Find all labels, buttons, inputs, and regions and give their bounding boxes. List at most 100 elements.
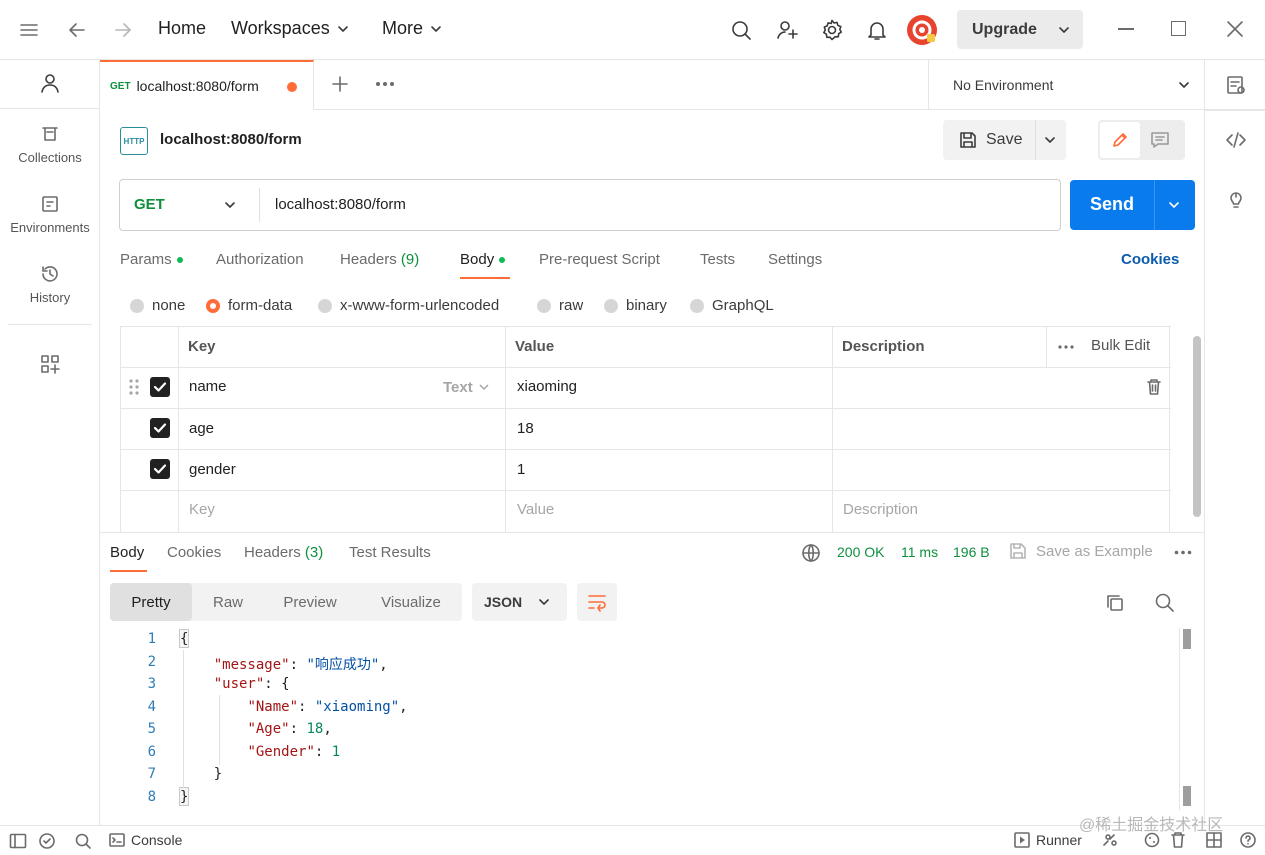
sidebar-toggle-icon[interactable] <box>9 833 27 849</box>
radio-raw[interactable]: raw <box>537 297 583 314</box>
more-menu[interactable]: More <box>382 18 443 39</box>
type-select[interactable]: Text <box>443 379 473 396</box>
edit-button[interactable] <box>1100 122 1140 158</box>
comment-icon[interactable] <box>1150 131 1170 149</box>
view-visualize-button[interactable]: Visualize <box>366 583 456 621</box>
sidebar-item-account[interactable] <box>0 72 100 94</box>
plus-icon[interactable] <box>330 74 350 94</box>
code-icon[interactable] <box>1225 129 1247 151</box>
upgrade-button[interactable]: Upgrade <box>957 10 1083 49</box>
view-raw-button[interactable]: Raw <box>198 583 258 621</box>
tab-tests[interactable]: Tests <box>700 251 735 268</box>
radio-graphql[interactable]: GraphQL <box>690 297 774 314</box>
method-select[interactable]: GET <box>120 180 259 230</box>
format-select[interactable]: JSON <box>472 583 567 621</box>
sidebar-item-history[interactable]: History <box>0 264 100 305</box>
param-value[interactable]: 18 <box>517 420 534 437</box>
help-icon[interactable] <box>1239 831 1257 849</box>
send-label: Send <box>1090 194 1135 214</box>
gear-icon[interactable] <box>820 18 844 42</box>
chevron-down-icon[interactable] <box>1167 198 1181 212</box>
more-horizontal-icon[interactable] <box>375 81 395 87</box>
tab-headers[interactable]: Headers (9) <box>340 251 419 268</box>
environment-quick-look-icon[interactable] <box>1225 74 1247 96</box>
drag-handle-icon[interactable] <box>129 378 139 396</box>
more-horizontal-icon[interactable] <box>1058 345 1074 349</box>
response-tab-test-results[interactable]: Test Results <box>349 544 431 561</box>
environment-selector[interactable]: No Environment <box>928 60 1204 110</box>
line-number: 4 <box>147 699 156 715</box>
scrollbar[interactable] <box>1193 336 1201 517</box>
bulk-edit-link[interactable]: Bulk Edit <box>1091 337 1150 354</box>
trash-icon[interactable] <box>1146 378 1162 396</box>
scrollbar[interactable] <box>1183 786 1191 806</box>
response-tab-body[interactable]: Body <box>110 544 144 561</box>
invite-user-icon[interactable] <box>775 18 799 42</box>
search-icon[interactable] <box>730 19 752 41</box>
minimize-button[interactable] <box>1118 28 1134 30</box>
row-checkbox[interactable] <box>150 377 170 397</box>
response-size[interactable]: 196 B <box>953 544 990 560</box>
param-key[interactable]: age <box>189 420 214 437</box>
response-tab-headers[interactable]: Headers (3) <box>244 544 323 561</box>
response-time[interactable]: 11 ms <box>901 544 938 560</box>
tab-body[interactable]: Body <box>460 251 506 268</box>
row-checkbox[interactable] <box>150 459 170 479</box>
radio-form-data[interactable]: form-data <box>206 297 292 314</box>
workspaces-menu[interactable]: Workspaces <box>231 18 350 39</box>
view-preview-button[interactable]: Preview <box>270 583 350 621</box>
response-tab-cookies[interactable]: Cookies <box>167 544 221 561</box>
tab-authorization[interactable]: Authorization <box>216 251 304 268</box>
copy-icon[interactable] <box>1105 593 1125 613</box>
sidebar-item-collections[interactable]: Collections <box>0 124 100 165</box>
request-name[interactable]: localhost:8080/form <box>160 131 302 148</box>
back-arrow-icon[interactable] <box>66 19 88 41</box>
param-value[interactable]: 1 <box>517 461 525 478</box>
param-key[interactable]: gender <box>189 461 236 478</box>
console-button[interactable]: Console <box>109 832 182 848</box>
status-code[interactable]: 200 OK <box>837 544 884 560</box>
avatar[interactable] <box>906 14 938 46</box>
tab-settings[interactable]: Settings <box>768 251 822 268</box>
new-description-input[interactable]: Description <box>843 501 918 518</box>
column-header-value: Value <box>515 338 555 355</box>
bell-icon[interactable] <box>866 18 888 42</box>
forward-arrow-icon[interactable] <box>112 19 134 41</box>
chevron-down-icon[interactable] <box>1043 133 1057 147</box>
url-input[interactable]: localhost:8080/form <box>275 196 406 213</box>
new-value-input[interactable]: Value <box>517 501 554 518</box>
save-button[interactable]: Save <box>943 120 1066 160</box>
scrollbar[interactable] <box>1183 629 1191 649</box>
cookies-link[interactable]: Cookies <box>1121 251 1179 268</box>
send-button[interactable]: Send <box>1070 180 1195 230</box>
home-link[interactable]: Home <box>158 18 206 39</box>
view-label: Pretty <box>131 593 171 611</box>
check-circle-icon[interactable] <box>38 832 56 850</box>
radio-x-www-form-urlencoded[interactable]: x-www-form-urlencoded <box>318 297 499 314</box>
wrap-lines-button[interactable] <box>577 583 617 621</box>
tab-pre-request-script[interactable]: Pre-request Script <box>539 251 660 268</box>
param-key[interactable]: name <box>189 378 227 395</box>
tab-request[interactable]: GET localhost:8080/form <box>100 60 314 110</box>
unsaved-dot[interactable] <box>287 82 297 92</box>
maximize-button[interactable] <box>1171 21 1186 36</box>
runner-button[interactable]: Runner <box>1014 832 1082 848</box>
tab-params[interactable]: Params <box>120 251 183 268</box>
more-horizontal-icon[interactable] <box>1174 550 1192 555</box>
new-key-input[interactable]: Key <box>189 501 215 518</box>
param-value[interactable]: xiaoming <box>517 378 577 395</box>
row-checkbox[interactable] <box>150 418 170 438</box>
search-icon[interactable] <box>74 832 92 850</box>
lightbulb-icon[interactable] <box>1225 188 1247 210</box>
chevron-down-icon[interactable] <box>1057 23 1071 37</box>
save-as-example-button[interactable]: Save as Example <box>1036 543 1153 560</box>
menu-icon[interactable] <box>18 20 40 40</box>
view-pretty-button[interactable]: Pretty <box>110 583 192 621</box>
close-icon[interactable] <box>1226 20 1244 38</box>
sidebar-item-environments[interactable]: Environments <box>0 194 100 235</box>
radio-binary[interactable]: binary <box>604 297 667 314</box>
search-icon[interactable] <box>1154 592 1175 613</box>
sidebar-item-configure[interactable] <box>0 354 100 374</box>
globe-icon[interactable] <box>801 543 821 563</box>
radio-none[interactable]: none <box>130 297 185 314</box>
